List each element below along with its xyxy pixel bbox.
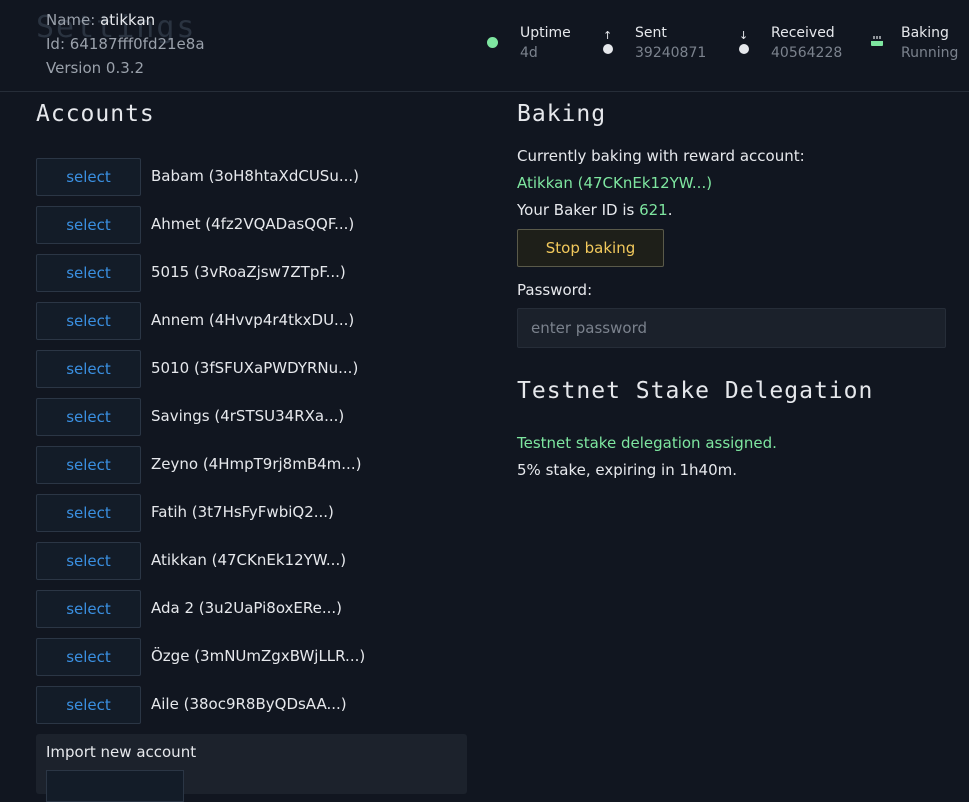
stop-baking-button[interactable]: Stop baking (517, 229, 664, 267)
import-account-panel: Import new account (36, 734, 467, 802)
select-account-button[interactable]: select (36, 302, 141, 340)
select-account-button[interactable]: select (36, 590, 141, 628)
top-bar: Settings Name: atikkan Id: 64187fff0fd21… (0, 0, 969, 92)
node-name-value: atikkan (100, 11, 156, 29)
account-row: select 5015 (3vRoaZjsw7ZTpF...) (36, 254, 466, 292)
baking-icon (871, 36, 883, 46)
baker-id-prefix: Your Baker ID is (517, 201, 640, 219)
delegation-status: Testnet stake delegation assigned. (517, 434, 777, 452)
account-name: Babam (3oH8htaXdCUSu...) (151, 167, 359, 185)
account-name: Fatih (3t7HsFyFwbiQ2...) (151, 503, 334, 521)
sent-value: 39240871 (635, 45, 707, 61)
node-name: Name: atikkan (46, 8, 205, 32)
delegation-title: Testnet Stake Delegation (517, 378, 874, 404)
account-row: select 5010 (3fSFUXaPWDYRNu...) (36, 350, 466, 388)
account-row: select Ahmet (4fz2VQADasQQF...) (36, 206, 466, 244)
node-id: Id: 64187fff0fd21e8a (46, 32, 205, 56)
received-label: Received (771, 25, 835, 41)
received-arrow-icon: ↓ (739, 29, 749, 42)
account-name: Ada 2 (3u2UaPi8oxERe...) (151, 599, 343, 617)
select-account-button[interactable]: select (36, 542, 141, 580)
select-account-button[interactable]: select (36, 494, 141, 532)
accounts-title: Accounts (36, 101, 155, 127)
account-name: Atikkan (47CKnEk12YW...) (151, 551, 347, 569)
account-name: Aile (38oc9R8ByQDsAA...) (151, 695, 347, 713)
baking-current-text: Currently baking with reward account: (517, 147, 805, 165)
select-account-button[interactable]: select (36, 350, 141, 388)
select-account-button[interactable]: select (36, 398, 141, 436)
uptime-value: 4d (520, 45, 538, 61)
account-name: Annem (4Hvvp4r4tkxDU...) (151, 311, 355, 329)
import-account-button[interactable] (46, 770, 184, 802)
node-id-label: Id: (46, 35, 65, 53)
import-account-title: Import new account (46, 743, 197, 761)
account-name: 5015 (3vRoaZjsw7ZTpF...) (151, 263, 346, 281)
password-label: Password: (517, 281, 593, 299)
node-id-value: 64187fff0fd21e8a (69, 35, 205, 53)
node-version: Version 0.3.2 (46, 59, 145, 77)
account-name: Ahmet (4fz2VQADasQQF...) (151, 215, 355, 233)
account-name: Zeyno (4HmpT9rj8mB4m...) (151, 455, 362, 473)
select-account-button[interactable]: select (36, 206, 141, 244)
baking-reward-account: Atikkan (47CKnEk12YW...) (517, 174, 713, 192)
password-input[interactable] (517, 308, 946, 348)
baker-id-line: Your Baker ID is 621. (517, 201, 673, 219)
select-account-button[interactable]: select (36, 158, 141, 196)
uptime-label: Uptime (520, 25, 571, 41)
baking-title: Baking (517, 101, 607, 127)
account-row: select Babam (3oH8htaXdCUSu...) (36, 158, 466, 196)
uptime-status-dot (487, 37, 498, 48)
select-account-button[interactable]: select (36, 254, 141, 292)
baking-label: Baking (901, 25, 949, 41)
baker-id-suffix: . (667, 201, 673, 219)
sent-arrow-icon: ↑ (603, 29, 613, 42)
account-row: select Fatih (3t7HsFyFwbiQ2...) (36, 494, 466, 532)
baking-value: Running (901, 45, 959, 61)
account-name: 5010 (3fSFUXaPWDYRNu...) (151, 359, 359, 377)
sent-label: Sent (635, 25, 667, 41)
delegation-detail: 5% stake, expiring in 1h40m. (517, 461, 737, 479)
account-row: select Aile (38oc9R8ByQDsAA...) (36, 686, 466, 724)
node-info: Name: atikkan Id: 64187fff0fd21e8a Versi… (46, 8, 205, 80)
account-name: Savings (4rSTSU34RXa...) (151, 407, 345, 425)
received-value: 40564228 (771, 45, 843, 61)
account-row: select Özge (3mNUmZgxBWjLLR...) (36, 638, 466, 676)
node-name-label: Name: (46, 11, 96, 29)
select-account-button[interactable]: select (36, 446, 141, 484)
account-row: select Atikkan (47CKnEk12YW...) (36, 542, 466, 580)
account-row: select Ada 2 (3u2UaPi8oxERe...) (36, 590, 466, 628)
account-row: select Zeyno (4HmpT9rj8mB4m...) (36, 446, 466, 484)
sent-dot-icon (603, 44, 613, 54)
account-name: Özge (3mNUmZgxBWjLLR...) (151, 647, 366, 665)
baker-id-value: 621 (639, 201, 668, 219)
select-account-button[interactable]: select (36, 686, 141, 724)
account-row: select Annem (4Hvvp4r4tkxDU...) (36, 302, 466, 340)
account-row: select Savings (4rSTSU34RXa...) (36, 398, 466, 436)
received-dot-icon (739, 44, 749, 54)
select-account-button[interactable]: select (36, 638, 141, 676)
